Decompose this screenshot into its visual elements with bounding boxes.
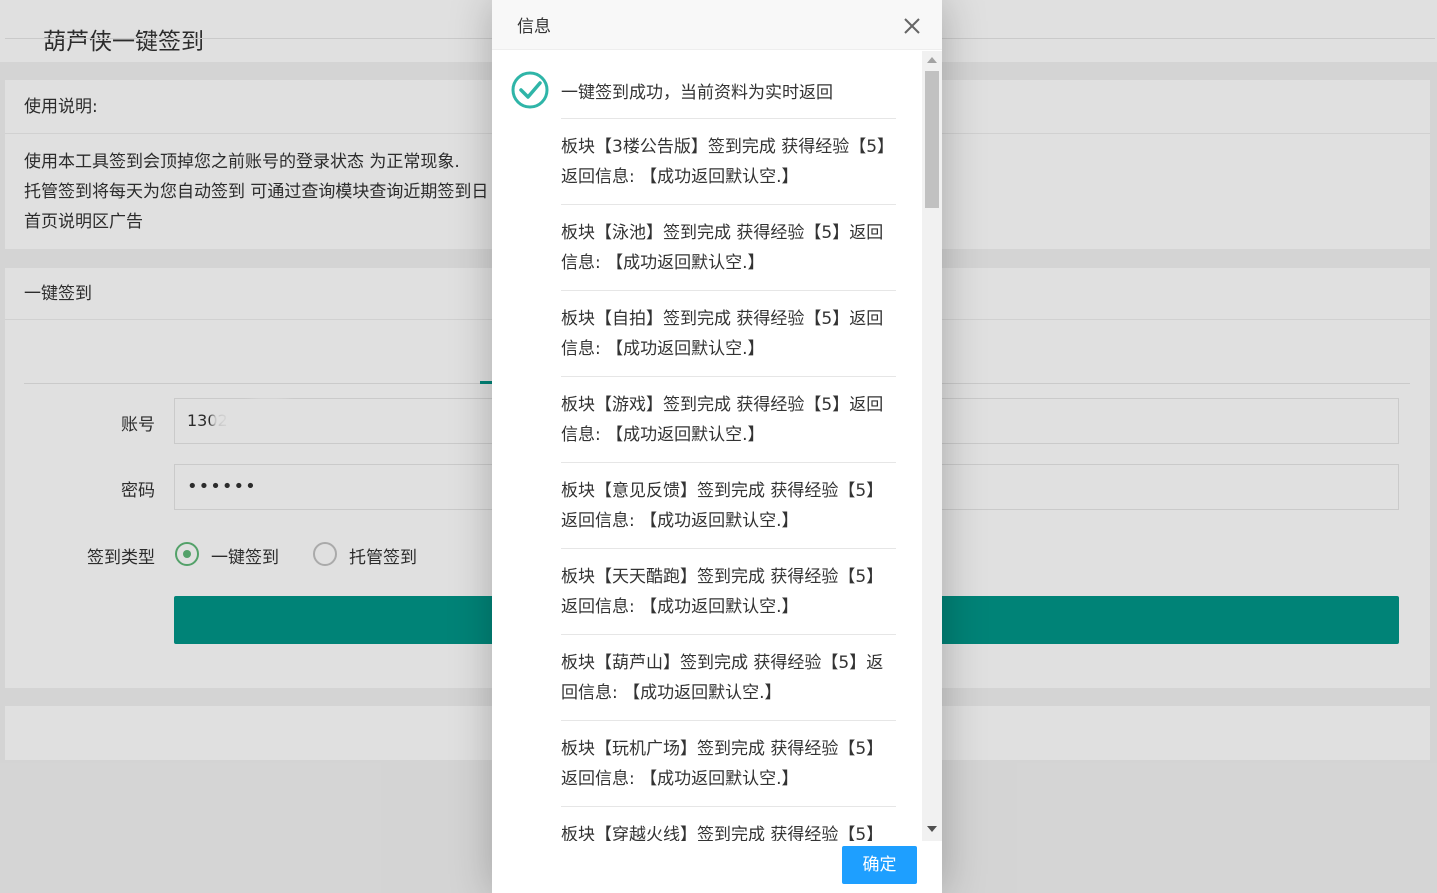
confirm-button[interactable]: 确定 — [842, 846, 917, 884]
result-item: 板块【穿越火线】签到完成 获得经验【5】 — [561, 806, 896, 841]
info-dialog: 信息 一键签到成功，当前资料为实时返回 板块【3楼公告版】签到完成 获得经验【5… — [492, 0, 942, 893]
scroll-up-arrow-icon[interactable] — [927, 57, 937, 63]
success-message: 一键签到成功，当前资料为实时返回 — [561, 83, 833, 103]
result-item: 板块【3楼公告版】签到完成 获得经验【5】返回信息: 【成功返回默认空.】 — [561, 118, 896, 204]
close-icon[interactable] — [898, 12, 926, 40]
result-list: 板块【3楼公告版】签到完成 获得经验【5】返回信息: 【成功返回默认空.】 板块… — [561, 118, 896, 841]
dialog-title: 信息 — [517, 17, 551, 37]
result-item: 板块【意见反馈】签到完成 获得经验【5】返回信息: 【成功返回默认空.】 — [561, 462, 896, 548]
result-item: 板块【葫芦山】签到完成 获得经验【5】返回信息: 【成功返回默认空.】 — [561, 634, 896, 720]
result-item: 板块【玩机广场】签到完成 获得经验【5】返回信息: 【成功返回默认空.】 — [561, 720, 896, 806]
result-item: 板块【自拍】签到完成 获得经验【5】返回信息: 【成功返回默认空.】 — [561, 290, 896, 376]
dialog-content: 一键签到成功，当前资料为实时返回 板块【3楼公告版】签到完成 获得经验【5】返回… — [492, 51, 942, 841]
dialog-scrollbar[interactable] — [922, 51, 942, 841]
success-check-icon — [511, 71, 549, 109]
result-item: 板块【泳池】签到完成 获得经验【5】返回信息: 【成功返回默认空.】 — [561, 204, 896, 290]
result-item: 板块【天天酷跑】签到完成 获得经验【5】返回信息: 【成功返回默认空.】 — [561, 548, 896, 634]
scroll-down-arrow-icon[interactable] — [927, 826, 937, 832]
result-item: 板块【游戏】签到完成 获得经验【5】返回信息: 【成功返回默认空.】 — [561, 376, 896, 462]
dialog-title-bar: 信息 — [492, 0, 942, 50]
scrollbar-thumb[interactable] — [925, 71, 939, 208]
